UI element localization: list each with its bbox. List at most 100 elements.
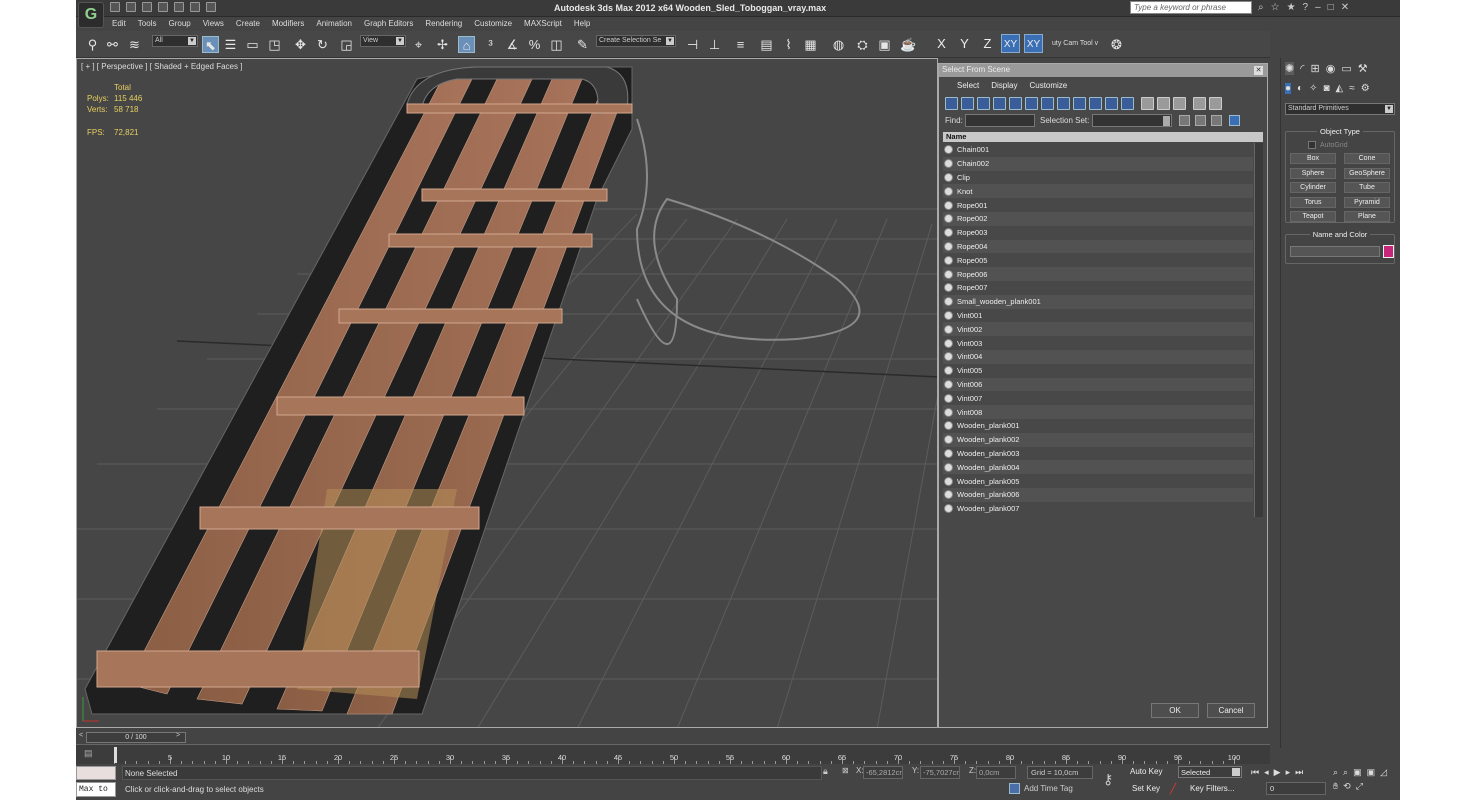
menu-help[interactable]: Help <box>568 17 596 31</box>
display-tab-icon[interactable]: ▭ <box>1341 62 1351 75</box>
list-item[interactable]: Wooden_plank007 <box>943 502 1253 516</box>
percent-snap-icon[interactable]: % <box>526 36 543 53</box>
link-icon[interactable]: ⚲ <box>84 36 101 53</box>
menu-views[interactable]: Views <box>197 17 230 31</box>
selection-set-dropdown[interactable] <box>1092 114 1172 127</box>
list-item[interactable]: Wooden_plank002 <box>943 432 1253 447</box>
go-to-end-icon[interactable]: ⏭ <box>1295 767 1303 778</box>
select-none-icon[interactable] <box>1195 115 1206 126</box>
axis-y-button[interactable]: Y <box>955 34 974 53</box>
absolute-transform-icon[interactable]: ⊠ <box>842 766 849 779</box>
list-item[interactable]: Small_wooden_plank001 <box>943 294 1253 309</box>
graphite-tools-icon[interactable]: ▤ <box>758 36 775 53</box>
redo-icon[interactable] <box>174 2 184 12</box>
fetch-icon[interactable] <box>206 2 216 12</box>
list-item[interactable]: Vint006 <box>943 377 1253 392</box>
filter-xrefs-icon[interactable] <box>1057 97 1070 110</box>
primitive-category-dropdown[interactable]: Standard Primitives ▼ <box>1285 103 1395 115</box>
favorites-icon[interactable]: ★ <box>1287 2 1296 13</box>
menu-animation[interactable]: Animation <box>310 17 358 31</box>
list-item[interactable]: Chain001 <box>943 143 1253 157</box>
menu-edit[interactable]: Edit <box>106 17 132 31</box>
track-bar[interactable]: ▤ 5 10 15 20 25 30 35 40 45 50 55 60 65 70 75 80 85 90 95 1… <box>76 744 1270 765</box>
list-item[interactable]: Clip <box>943 171 1253 185</box>
render-setup-icon[interactable]: ⛭ <box>854 36 871 53</box>
unlink-icon[interactable]: ⚯ <box>104 36 121 53</box>
teapot-render-icon[interactable]: ❂ <box>1108 36 1125 53</box>
dialog-menu-customize[interactable]: Customize <box>1023 80 1073 91</box>
name-color-title[interactable]: Name and Color <box>1309 230 1371 239</box>
list-item[interactable]: Wooden_plank003 <box>943 447 1253 461</box>
menu-maxscript[interactable]: MAXScript <box>518 17 568 31</box>
filter-frozen-icon[interactable] <box>1105 97 1118 110</box>
menu-tools[interactable]: Tools <box>132 17 163 31</box>
list-item[interactable]: Chain002 <box>943 156 1253 171</box>
key-filters-button[interactable]: Key Filters... <box>1190 784 1234 793</box>
perspective-viewport[interactable]: [ + ] [ Perspective ] [ Shaded + Edged F… <box>76 58 938 728</box>
list-item[interactable]: Rope005 <box>943 253 1253 267</box>
object-type-title[interactable]: Object Type <box>1317 127 1363 136</box>
helpers-icon[interactable]: ◭ <box>1336 83 1344 94</box>
maxscript-input[interactable]: Max to <box>76 782 116 797</box>
list-item[interactable]: Wooden_plank005 <box>943 474 1253 488</box>
cancel-button[interactable]: Cancel <box>1207 703 1255 718</box>
lights-icon[interactable]: ✧ <box>1309 83 1317 94</box>
cylinder-button[interactable]: Cylinder <box>1290 182 1336 193</box>
list-item[interactable]: Vint003 <box>943 336 1253 350</box>
keyboard-shortcut-override-icon[interactable]: ⌂ <box>458 36 475 53</box>
time-slider-thumb[interactable]: 0 / 100 <box>86 732 186 743</box>
camtool-label[interactable]: uty Cam Tool v <box>1052 36 1100 52</box>
menu-customize[interactable]: Customize <box>468 17 518 31</box>
torus-button[interactable]: Torus <box>1290 197 1336 208</box>
schematic-view-icon[interactable]: ▦ <box>802 36 819 53</box>
systems-icon[interactable]: ⚙ <box>1361 83 1370 94</box>
go-to-start-icon[interactable]: ⏮ <box>1251 767 1259 778</box>
zoom-icon[interactable]: ⌕ <box>1333 767 1338 778</box>
rendered-frame-icon[interactable]: ▣ <box>876 36 893 53</box>
z-coord-field[interactable]: 0,0cm <box>976 766 1016 779</box>
axis-xy-button[interactable]: XY <box>1001 34 1020 53</box>
filter-spacewarps-icon[interactable] <box>1025 97 1038 110</box>
orbit-icon[interactable]: ⟲ <box>1343 781 1351 792</box>
list-item[interactable]: Vint005 <box>943 364 1253 378</box>
previous-frame-icon[interactable]: ◂ <box>1264 767 1269 778</box>
zoom-extents-all-icon[interactable]: ▣ <box>1367 767 1376 778</box>
select-all-icon[interactable] <box>1179 115 1190 126</box>
object-name-field[interactable] <box>1290 246 1380 257</box>
set-key-icon[interactable]: ⚷ <box>1103 771 1113 788</box>
utilities-tab-icon[interactable]: ⚒ <box>1358 62 1368 75</box>
autogrid-checkbox[interactable]: AutoGrid <box>1308 141 1348 149</box>
geometry-icon[interactable]: ● <box>1285 83 1292 94</box>
hold-icon[interactable] <box>190 2 200 12</box>
current-frame-field[interactable]: 0 <box>1266 782 1326 795</box>
spacewarps-icon[interactable]: ≈ <box>1349 83 1355 94</box>
pan-icon[interactable]: ✋︎ <box>1333 781 1338 792</box>
select-by-name-icon[interactable]: ☰ <box>222 36 239 53</box>
mini-curve-editor-icon[interactable]: ▤ <box>84 748 96 760</box>
search-input[interactable]: Type a keyword or phrase <box>1130 1 1252 14</box>
ok-button[interactable]: OK <box>1151 703 1199 718</box>
filter-hidden-icon[interactable] <box>1121 97 1134 110</box>
save-file-icon[interactable] <box>142 2 152 12</box>
auto-key-button[interactable]: Auto Key <box>1130 767 1162 776</box>
close-icon[interactable]: ✕ <box>1341 2 1349 13</box>
named-selection-dropdown[interactable]: Create Selection Se ▼ <box>596 35 676 47</box>
edit-named-selection-icon[interactable]: ✎ <box>574 36 591 53</box>
tube-button[interactable]: Tube <box>1344 182 1390 193</box>
angle-snap-icon[interactable]: ∡ <box>504 36 521 53</box>
lock-selection-icon[interactable]: 🔒︎ <box>823 766 828 779</box>
y-coord-field[interactable]: -75,7027cr <box>920 766 960 779</box>
maximize-viewport-icon[interactable]: ⤢ <box>1356 781 1363 792</box>
dialog-close-icon[interactable]: ✕ <box>1254 66 1263 75</box>
undo-icon[interactable] <box>158 2 168 12</box>
communication-center-icon[interactable]: ☆ <box>1271 2 1280 13</box>
menu-rendering[interactable]: Rendering <box>419 17 468 31</box>
filter-cameras-icon[interactable] <box>993 97 1006 110</box>
minimize-icon[interactable]: – <box>1315 2 1321 13</box>
modify-tab-icon[interactable]: ◜ <box>1300 62 1304 75</box>
display-none-icon[interactable] <box>1157 97 1170 110</box>
mirror-icon[interactable]: ⊣ <box>684 36 701 53</box>
filter-helpers-icon[interactable] <box>1009 97 1022 110</box>
viewport-label[interactable]: [ + ] [ Perspective ] [ Shaded + Edged F… <box>81 62 242 71</box>
display-all-icon[interactable] <box>1141 97 1154 110</box>
